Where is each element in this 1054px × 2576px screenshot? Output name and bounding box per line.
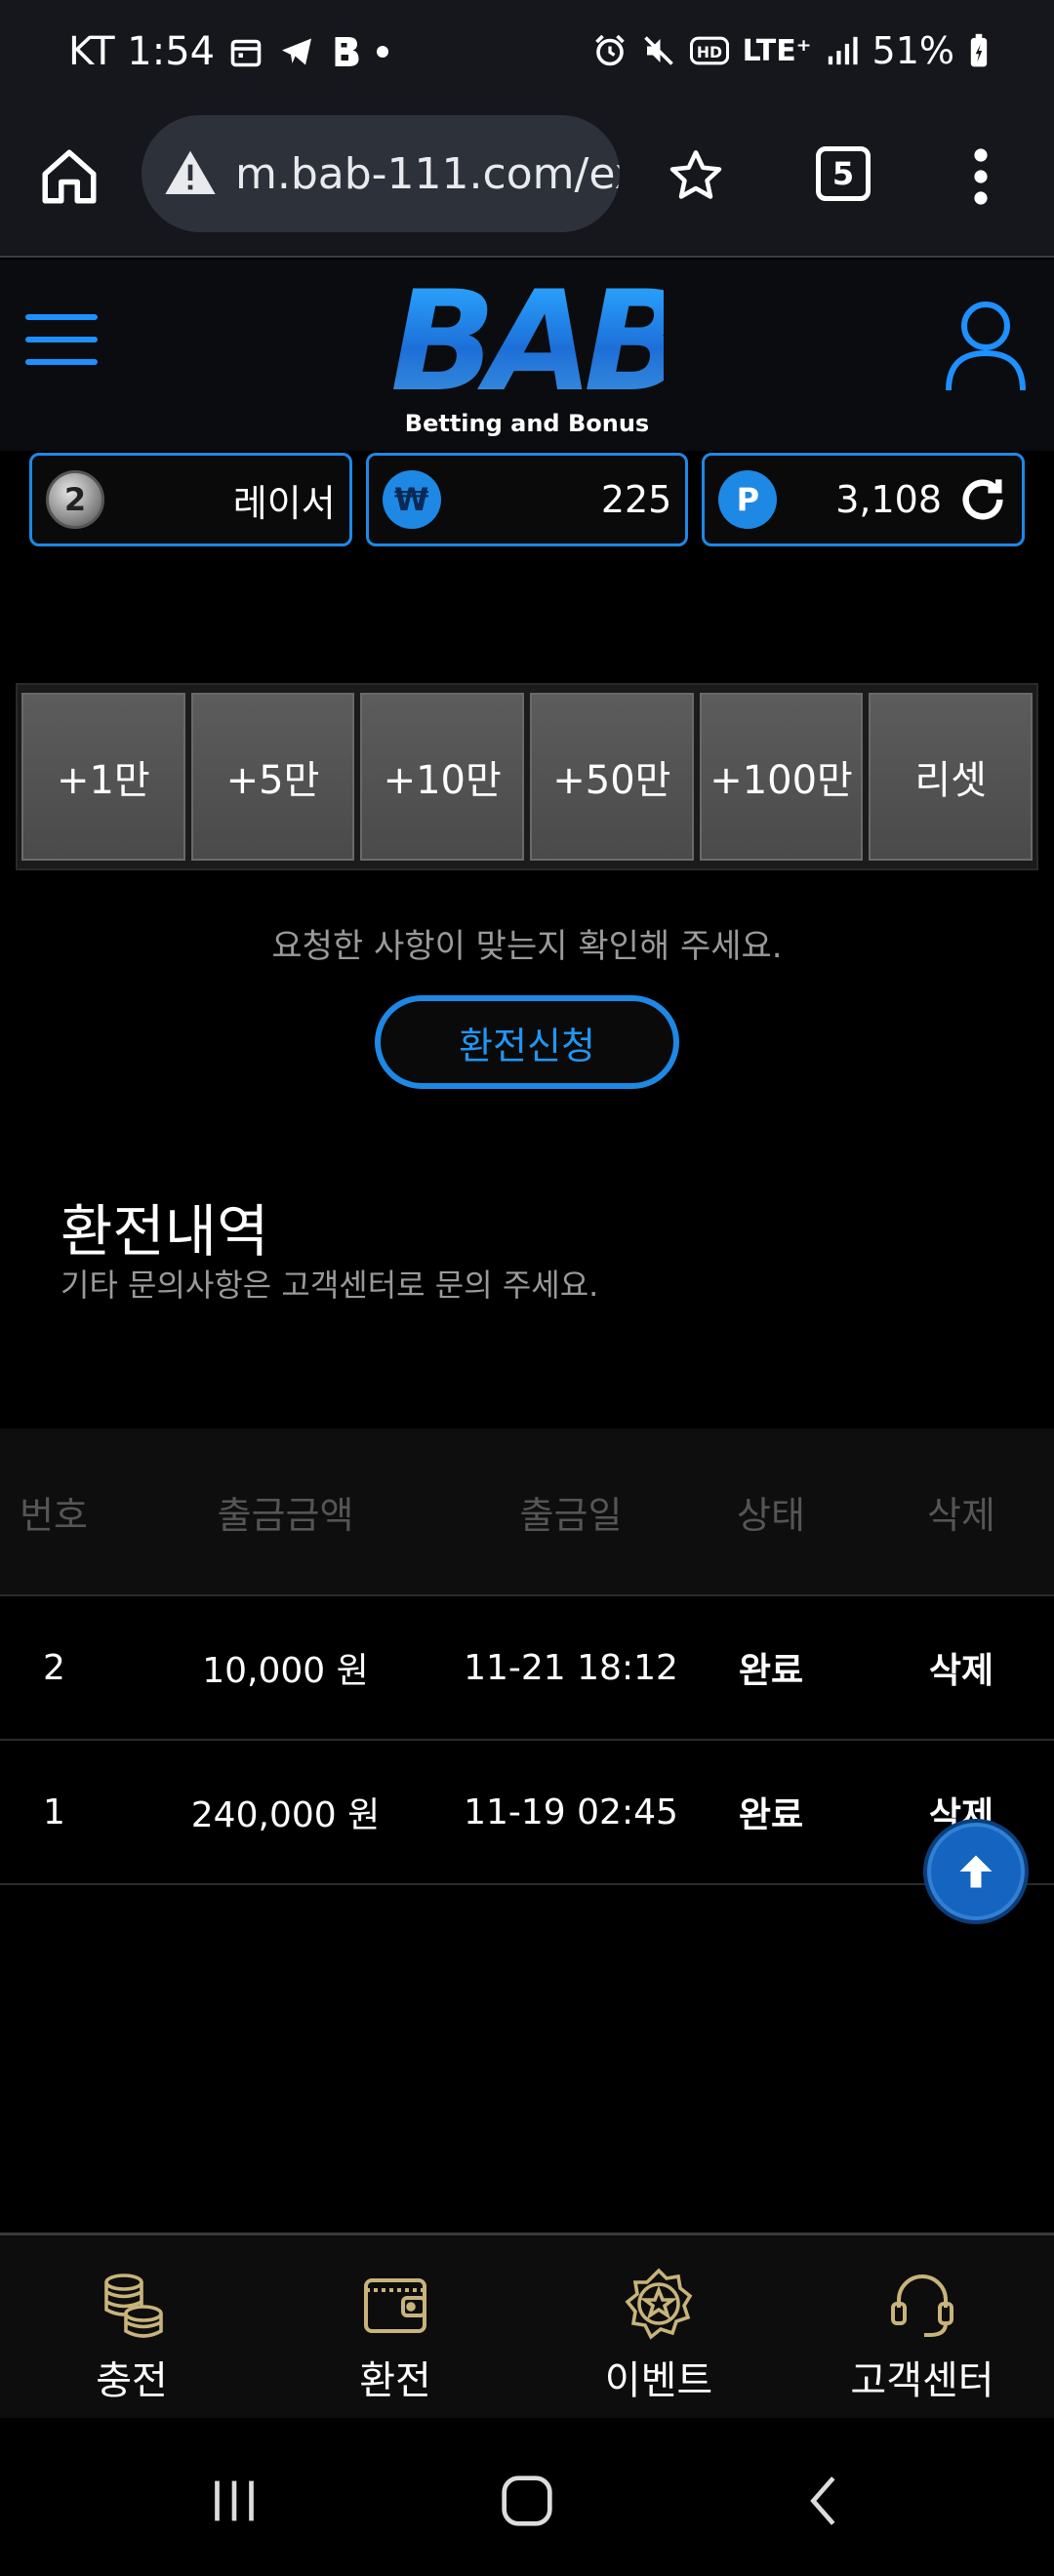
money-value: 225 [600, 478, 672, 521]
reset-button[interactable]: 리셋 [869, 693, 1034, 861]
level-badge-icon: 2 [46, 470, 104, 529]
star-badge-icon [625, 2268, 693, 2340]
add-10k-button[interactable]: +1만 [21, 693, 185, 861]
status-bar: KT 1:54 HD LTE⁺ 51% [0, 0, 1054, 115]
nav-support[interactable]: 고객센터 [790, 2235, 1054, 2418]
col-status: 상태 [737, 1493, 805, 1537]
row-date: 11-21 18:12 [464, 1647, 678, 1688]
history-title: 환전내역 [61, 1198, 269, 1265]
system-nav-bar [0, 2418, 1054, 2576]
row-amount: 240,000 원 [190, 1795, 381, 1835]
overflow-menu-icon[interactable] [966, 144, 995, 209]
col-date: 출금일 [519, 1493, 623, 1537]
site-header: BAB Betting and Bonus [0, 260, 1054, 451]
back-icon[interactable] [790, 2467, 859, 2535]
battery-charging-icon [968, 33, 990, 68]
nav-deposit[interactable]: 충전 [0, 2235, 264, 2418]
nav-event[interactable]: 이벤트 [527, 2235, 790, 2418]
notification-dot-icon [375, 44, 390, 60]
table-row: 1 240,000 원 11-19 02:45 완료 삭제 [0, 1741, 1054, 1885]
b-app-icon [330, 34, 361, 69]
add-1m-button[interactable]: +100만 [699, 693, 864, 861]
withdraw-history-table: 번호 출금금액 출금일 상태 삭제 2 10,000 원 11-21 18:12… [0, 1429, 1054, 1885]
row-number: 2 [43, 1647, 65, 1688]
col-amount: 출금금액 [217, 1493, 354, 1537]
address-bar[interactable]: m.bab-111.com/ex [142, 115, 620, 232]
site-logo[interactable]: BAB Betting and Bonus [390, 262, 689, 445]
nav-support-label: 고객센터 [850, 2358, 994, 2403]
warning-icon[interactable] [163, 146, 218, 201]
balance-bar: 2 레이서 ₩ 225 P 3,108 [29, 453, 1026, 546]
telegram-icon [277, 34, 316, 69]
row-amount: 10,000 원 [202, 1651, 369, 1691]
mute-icon [641, 33, 676, 68]
row-status: 완료 [738, 1795, 804, 1835]
coins-icon [104, 2274, 163, 2338]
confirm-notice: 요청한 사항이 맞는지 확인해 주세요. [271, 927, 783, 966]
network-type: LTE⁺ [742, 33, 812, 68]
alarm-icon [592, 33, 628, 68]
row-delete-button[interactable]: 삭제 [898, 1596, 1025, 1739]
hd-voice-icon: HD [689, 34, 729, 67]
history-subtitle: 기타 문의사항은 고객센터로 문의 주세요. [61, 1267, 599, 1304]
tab-switcher-button[interactable]: 5 [816, 146, 871, 201]
point-value: 3,108 [835, 478, 943, 521]
home-nav-icon[interactable] [493, 2467, 561, 2535]
col-number: 번호 [20, 1493, 88, 1537]
point-coin-icon: P [718, 470, 778, 529]
withdraw-submit-button[interactable]: 환전신청 [375, 995, 679, 1089]
refresh-icon[interactable] [957, 474, 1008, 525]
calendar-icon [228, 34, 264, 69]
carrier-time: KT 1:54 [68, 29, 216, 74]
url-text[interactable]: m.bab-111.com/ex [235, 149, 620, 199]
nav-event-label: 이벤트 [604, 2358, 713, 2403]
row-status: 완료 [738, 1651, 804, 1691]
level-name: 레이서 [232, 481, 336, 525]
wallet-icon [364, 2278, 426, 2333]
arrow-up-icon [959, 1855, 993, 1888]
row-date: 11-19 02:45 [464, 1791, 678, 1832]
table-header: 번호 출금금액 출금일 상태 삭제 [0, 1429, 1054, 1596]
svg-text:HD: HD [696, 43, 721, 61]
logo-subtitle: Betting and Bonus [404, 410, 650, 437]
scroll-to-top-button[interactable] [927, 1823, 1025, 1920]
nav-withdraw-label: 환전 [359, 2358, 431, 2403]
logo-text: BAB [390, 262, 689, 423]
browser-toolbar: m.bab-111.com/ex 5 [0, 115, 1054, 258]
add-500k-button[interactable]: +50만 [530, 693, 694, 861]
headset-icon [891, 2274, 953, 2337]
won-coin-icon: ₩ [382, 470, 441, 529]
table-row: 2 10,000 원 11-21 18:12 완료 삭제 [0, 1596, 1054, 1741]
money-box: ₩ 225 [365, 453, 689, 546]
add-100k-button[interactable]: +10만 [360, 693, 525, 861]
recent-apps-icon[interactable] [200, 2467, 268, 2535]
amount-button-group: +1만 +5만 +10만 +50만 +100만 리셋 [16, 683, 1038, 870]
battery-percent: 51% [872, 29, 954, 72]
nav-deposit-label: 충전 [96, 2358, 168, 2403]
col-delete: 삭제 [927, 1493, 995, 1537]
add-50k-button[interactable]: +5만 [190, 693, 355, 861]
nav-withdraw[interactable]: 환전 [264, 2235, 527, 2418]
point-box: P 3,108 [702, 453, 1026, 546]
signal-icon [826, 35, 859, 66]
bottom-nav: 충전 환전 이벤트 고객센터 [0, 2233, 1054, 2418]
bookmark-star-icon[interactable] [667, 146, 725, 205]
level-box[interactable]: 2 레이서 [29, 453, 352, 546]
user-account-icon[interactable] [943, 299, 1029, 392]
home-icon[interactable] [37, 144, 101, 209]
hamburger-menu-icon[interactable] [25, 314, 98, 373]
row-number: 1 [43, 1791, 65, 1832]
